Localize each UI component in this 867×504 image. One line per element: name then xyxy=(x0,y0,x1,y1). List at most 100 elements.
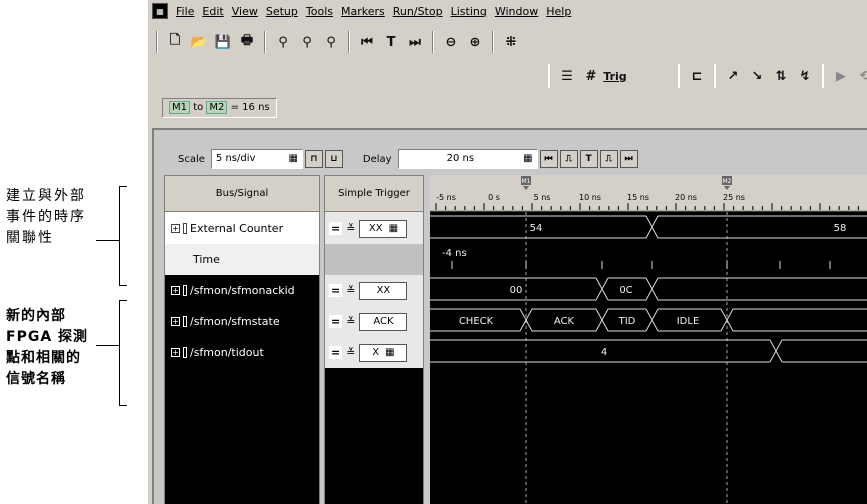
trigger-operator[interactable]: = xyxy=(329,222,343,235)
delay-trigger-icon[interactable]: T xyxy=(579,150,598,168)
expand-icon[interactable]: + xyxy=(171,224,180,233)
display-mode-icon[interactable]: ⊏ xyxy=(686,65,708,87)
chevron-down-icon[interactable]: ≚ xyxy=(346,222,355,235)
signal-name: /sfmon/sfmstate xyxy=(190,315,280,328)
bus-signal-column: Bus/Signal + External Counter Time + /sf… xyxy=(164,175,320,504)
trigger-value-field[interactable]: XX xyxy=(359,281,408,300)
print-icon[interactable]: 🖶 xyxy=(236,31,258,53)
menu-file[interactable]: File xyxy=(172,5,198,18)
expand-icon[interactable]: + xyxy=(171,286,180,295)
trigger-value-field[interactable]: ACK xyxy=(359,312,408,331)
calculator-icon[interactable]: ▦ xyxy=(288,150,297,168)
run-toolbar-group: ▶ ⟲ xyxy=(822,64,867,88)
go-to-trigger-icon[interactable]: T xyxy=(380,31,402,53)
new-file-icon[interactable]: 🗋 xyxy=(164,31,186,53)
signal-row-time[interactable]: Time xyxy=(165,244,319,275)
trigger-settings-icon[interactable]: Trig xyxy=(603,65,626,87)
time-tick-label: 10 ns xyxy=(579,193,601,202)
edge-off-icon[interactable]: ↯ xyxy=(794,65,816,87)
time-row-label: -4 ns xyxy=(442,248,467,259)
signal-row-external-counter[interactable]: + External Counter xyxy=(165,213,319,244)
trigger-operator[interactable]: = xyxy=(329,346,343,359)
rising-edge-icon[interactable]: ↗ xyxy=(722,65,744,87)
simple-trigger-header[interactable]: Simple Trigger xyxy=(325,176,423,212)
go-to-end-icon[interactable]: ⏭ xyxy=(404,31,426,53)
toolbar-separator xyxy=(156,31,158,53)
menu-edit[interactable]: Edit xyxy=(198,5,227,18)
marker-m2-tag: M2 xyxy=(206,101,228,114)
waveform-svg: -5 ns 0 s 5 ns 10 ns 15 ns 20 ns 25 ns M1 M2 54… xyxy=(430,175,867,504)
waveform-panel: Scale 5 ns/div ▦ ⊓ ⊔ Delay 20 ns ▦ ⏮ ⎍ T… xyxy=(152,128,867,504)
zoom-in-scale-icon[interactable]: ⊓ xyxy=(304,150,323,168)
toolbar-separator xyxy=(492,31,494,53)
trigger-operator[interactable]: = xyxy=(329,315,343,328)
go-to-start-icon[interactable]: ⏮ xyxy=(356,31,378,53)
expand-icon[interactable]: + xyxy=(171,348,180,357)
zoom-in-icon[interactable]: ⊕ xyxy=(464,31,486,53)
overview-icon[interactable]: ⁜ xyxy=(500,31,522,53)
delay-field[interactable]: 20 ns ▦ xyxy=(397,149,538,169)
logic-analyzer-window: ▦ File Edit View Setup Tools Markers Run… xyxy=(146,0,867,504)
scale-field[interactable]: 5 ns/div ▦ xyxy=(210,149,303,169)
delay-start-icon[interactable]: ⏮ xyxy=(539,150,558,168)
delay-end-icon[interactable]: ⏭ xyxy=(619,150,638,168)
chevron-down-icon[interactable]: ≚ xyxy=(346,315,355,328)
time-tick-label: 25 ns xyxy=(723,193,745,202)
menu-view[interactable]: View xyxy=(228,5,262,18)
signal-row-sfmonackid[interactable]: + /sfmon/sfmonackid xyxy=(165,275,319,306)
trigger-value-field[interactable]: X ▦ xyxy=(359,343,408,362)
bus-icon xyxy=(183,347,187,358)
signal-row-tidout[interactable]: + /sfmon/tidout xyxy=(165,337,319,368)
find-next-icon[interactable]: ⚲ xyxy=(320,31,342,53)
either-edge-icon[interactable]: ⇅ xyxy=(770,65,792,87)
toolbar-separator xyxy=(348,31,350,53)
bus-signal-header[interactable]: Bus/Signal xyxy=(165,176,319,212)
menu-run-stop[interactable]: Run/Stop xyxy=(389,5,447,18)
find-previous-icon[interactable]: ⚲ xyxy=(296,31,318,53)
calculator-icon: ▦ xyxy=(388,223,399,234)
marker-m1-text: M1 xyxy=(522,178,531,185)
annotation-new-probe-points: 新的內部 FPGA 探測 點和相關的 信號名稱 xyxy=(6,308,89,387)
trigger-value-field[interactable]: XX ▦ xyxy=(359,219,408,238)
display-toolbar-group: ⊏ xyxy=(678,64,708,88)
signal-row-sfmstate[interactable]: + /sfmon/sfmstate xyxy=(165,306,319,337)
falling-edge-icon[interactable]: ↘ xyxy=(746,65,768,87)
find-icon[interactable]: ⚲ xyxy=(272,31,294,53)
secondary-toolbar: ☰ # Trig ⊏ ↗ ↘ ⇅ ↯ ▶ ⟲ xyxy=(148,62,867,90)
tidout-wave-value: 4 xyxy=(601,347,607,358)
zoom-out-scale-icon[interactable]: ⊔ xyxy=(324,150,343,168)
waveform-display[interactable]: -5 ns 0 s 5 ns 10 ns 15 ns 20 ns 25 ns M1 M2 54… xyxy=(430,175,867,504)
time-tick-label: 20 ns xyxy=(675,193,697,202)
toolbar-separator xyxy=(432,31,434,53)
menu-window[interactable]: Window xyxy=(491,5,542,18)
menu-markers[interactable]: Markers xyxy=(337,5,389,18)
marker-m1-tag: M1 xyxy=(169,101,190,114)
repetitive-run-icon[interactable]: ⟲ xyxy=(854,65,867,87)
calculator-icon: ▦ xyxy=(385,347,395,358)
menu-help[interactable]: Help xyxy=(542,5,575,18)
open-folder-icon[interactable]: 📂 xyxy=(188,31,210,53)
run-icon[interactable]: ▶ xyxy=(830,65,852,87)
chevron-down-icon[interactable]: ≚ xyxy=(346,346,355,359)
calculator-icon[interactable]: ▦ xyxy=(523,150,532,168)
annotation-bracket xyxy=(119,186,127,286)
expand-icon[interactable]: + xyxy=(171,317,180,326)
signal-list-icon[interactable]: ☰ xyxy=(556,65,578,87)
delay-pulse-icon[interactable]: ⎍ xyxy=(599,150,618,168)
grid-icon[interactable]: # xyxy=(580,65,602,87)
delay-edge-icon[interactable]: ⎍ xyxy=(559,150,578,168)
menu-setup[interactable]: Setup xyxy=(262,5,302,18)
menu-listing[interactable]: Listing xyxy=(447,5,491,18)
save-icon[interactable]: 💾 xyxy=(212,31,234,53)
marker-to-label: to xyxy=(193,102,204,113)
scale-label: Scale xyxy=(178,153,205,165)
signal-name: Time xyxy=(193,253,220,266)
trigger-operator[interactable]: = xyxy=(329,284,343,297)
signal-name: External Counter xyxy=(190,222,284,235)
marker-bar: M1 to M2 = 16 ns xyxy=(148,94,867,124)
menu-tools[interactable]: Tools xyxy=(302,5,337,18)
chevron-down-icon[interactable]: ≚ xyxy=(346,284,355,297)
marker-time-readout[interactable]: M1 to M2 = 16 ns xyxy=(162,98,277,118)
zoom-out-icon[interactable]: ⊖ xyxy=(440,31,462,53)
signal-name: /sfmon/tidout xyxy=(190,346,264,359)
